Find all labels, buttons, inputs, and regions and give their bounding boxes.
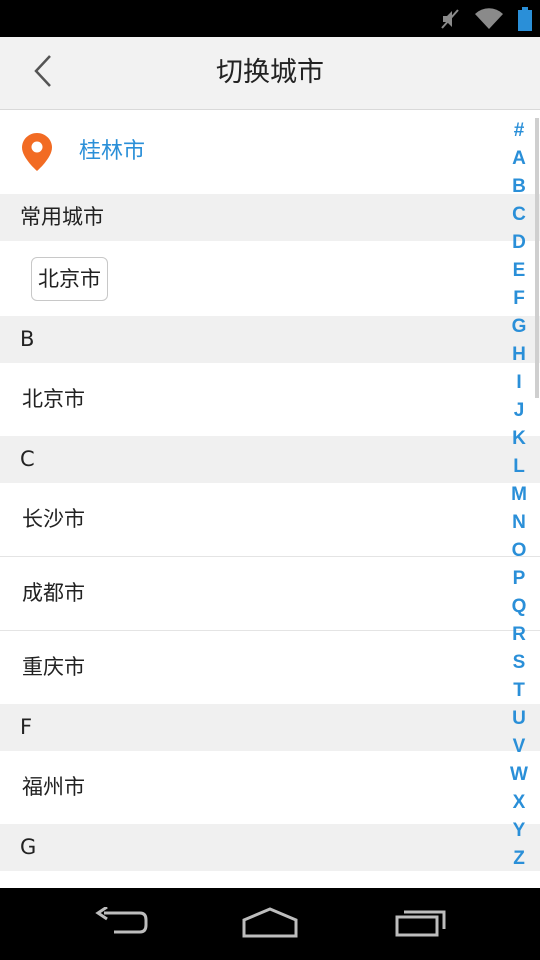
index-letter[interactable]: F (498, 285, 540, 313)
index-letter[interactable]: Y (498, 817, 540, 845)
battery-icon (518, 7, 532, 31)
alphabet-index[interactable]: # A B C D E F G H I J K L M N O P Q R S T U V W X Y Z (498, 117, 540, 873)
city-list[interactable]: 桂林市 常用城市 北京市 B 北京市 C 长沙市 成都市 重庆市 F 福州市 G (0, 110, 540, 888)
index-letter[interactable]: W (498, 761, 540, 789)
index-letter[interactable]: H (498, 341, 540, 369)
frequent-cities-row: 北京市 (0, 241, 540, 316)
index-letter[interactable]: R (498, 621, 540, 649)
index-letter[interactable]: A (498, 145, 540, 173)
recent-apps-icon (394, 907, 448, 941)
location-pin-icon (22, 133, 52, 175)
city-name: 长沙市 (22, 507, 85, 531)
nav-home-button[interactable] (240, 904, 300, 944)
page-title: 切换城市 (216, 57, 324, 88)
city-row[interactable]: 北京市 (0, 363, 540, 436)
index-letter[interactable]: M (498, 481, 540, 509)
city-name: 福州市 (22, 775, 85, 799)
home-icon (241, 906, 299, 942)
status-icons (440, 6, 532, 32)
index-letter[interactable]: C (498, 201, 540, 229)
section-header-label: G (20, 835, 37, 859)
index-letter[interactable]: S (498, 649, 540, 677)
index-letter[interactable]: X (498, 789, 540, 817)
city-row[interactable]: 长沙市 (0, 483, 540, 557)
frequent-city-button[interactable]: 北京市 (31, 257, 108, 301)
index-letter[interactable]: D (498, 229, 540, 257)
city-row[interactable]: 成都市 (0, 557, 540, 631)
index-letter[interactable]: # (498, 117, 540, 145)
nav-back-button[interactable] (92, 904, 150, 944)
index-letter[interactable]: V (498, 733, 540, 761)
section-header-b: B (0, 316, 540, 363)
index-letter[interactable]: K (498, 425, 540, 453)
index-letter[interactable]: N (498, 509, 540, 537)
index-letter[interactable]: Z (498, 845, 540, 873)
back-icon (94, 905, 148, 941)
city-name: 重庆市 (22, 655, 85, 679)
section-header-g: G (0, 824, 540, 871)
city-name: 北京市 (22, 387, 85, 411)
title-bar: 切换城市 (0, 37, 540, 110)
section-header-c: C (0, 436, 540, 483)
index-letter[interactable]: J (498, 397, 540, 425)
index-letter[interactable]: O (498, 537, 540, 565)
index-letter[interactable]: Q (498, 593, 540, 621)
section-header-label: C (20, 447, 35, 471)
city-row[interactable]: 福州市 (0, 751, 540, 824)
index-letter[interactable]: G (498, 313, 540, 341)
city-row[interactable]: 重庆市 (0, 631, 540, 704)
status-bar (0, 0, 540, 37)
index-letter[interactable]: U (498, 705, 540, 733)
index-letter[interactable]: L (498, 453, 540, 481)
section-header-frequent: 常用城市 (0, 194, 540, 241)
nav-recent-apps-button[interactable] (392, 904, 450, 944)
section-header-f: F (0, 704, 540, 751)
section-header-label: F (20, 715, 33, 739)
section-header-label: B (20, 327, 35, 351)
section-header-label: 常用城市 (20, 205, 104, 229)
current-city: 桂林市 (79, 139, 146, 164)
index-letter[interactable]: E (498, 257, 540, 285)
index-letter[interactable]: B (498, 173, 540, 201)
index-letter[interactable]: I (498, 369, 540, 397)
navigation-bar (0, 888, 540, 960)
wifi-icon (474, 8, 504, 30)
mute-icon (440, 8, 460, 30)
city-name: 成都市 (22, 581, 85, 605)
index-letter[interactable]: P (498, 565, 540, 593)
current-location-row[interactable]: 桂林市 (0, 110, 540, 194)
index-letter[interactable]: T (498, 677, 540, 705)
